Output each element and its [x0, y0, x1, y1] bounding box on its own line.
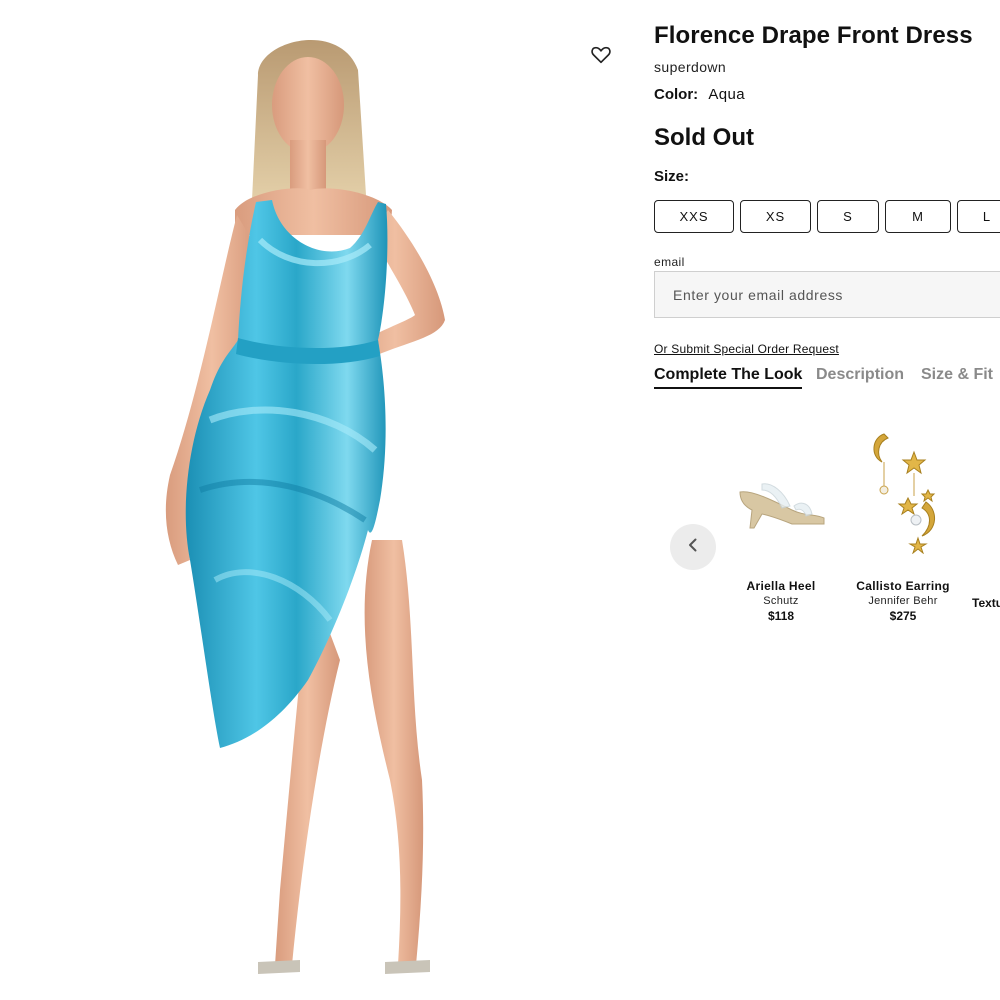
size-label: Size: [654, 168, 690, 185]
look-item-price: $275 [889, 609, 917, 623]
look-item-name: Ariella Heel [746, 579, 816, 593]
size-button-s[interactable]: S [817, 200, 879, 233]
product-title: Florence Drape Front Dress [654, 22, 973, 49]
color-row: Color: Aqua [654, 86, 745, 103]
look-item-price: $118 [767, 609, 795, 623]
look-item-brand: Jennifer Behr [868, 595, 938, 607]
look-item-partial[interactable]: Textu [972, 596, 1000, 610]
chevron-left-icon [685, 537, 701, 558]
product-brand[interactable]: superdown [654, 59, 726, 75]
email-label: email [654, 255, 685, 269]
tab-size-fit[interactable]: Size & Fit [921, 366, 993, 387]
look-item-name: Callisto Earring [856, 579, 950, 593]
size-button-xxs[interactable]: XXS [654, 200, 734, 233]
color-value: Aqua [708, 86, 745, 103]
color-label: Color: [654, 86, 699, 103]
look-item-heel[interactable]: Ariella Heel Schutz $118 [731, 579, 831, 623]
carousel-prev-button[interactable] [670, 524, 716, 570]
tab-complete-the-look[interactable]: Complete The Look [654, 366, 803, 389]
email-field[interactable] [654, 271, 1000, 318]
product-image [140, 20, 530, 985]
tab-description[interactable]: Description [816, 366, 904, 387]
stock-status: Sold Out [654, 124, 754, 151]
look-item-earring[interactable]: Callisto Earring Jennifer Behr $275 [848, 579, 958, 623]
size-button-xs[interactable]: XS [740, 200, 811, 233]
heel-image[interactable] [732, 470, 828, 530]
size-button-l[interactable]: L [957, 200, 1000, 233]
special-order-link[interactable]: Or Submit Special Order Request [654, 342, 839, 356]
size-button-m[interactable]: M [885, 200, 951, 233]
look-item-brand: Schutz [763, 595, 799, 607]
heart-icon[interactable] [590, 44, 612, 66]
earring-image[interactable] [862, 426, 942, 554]
